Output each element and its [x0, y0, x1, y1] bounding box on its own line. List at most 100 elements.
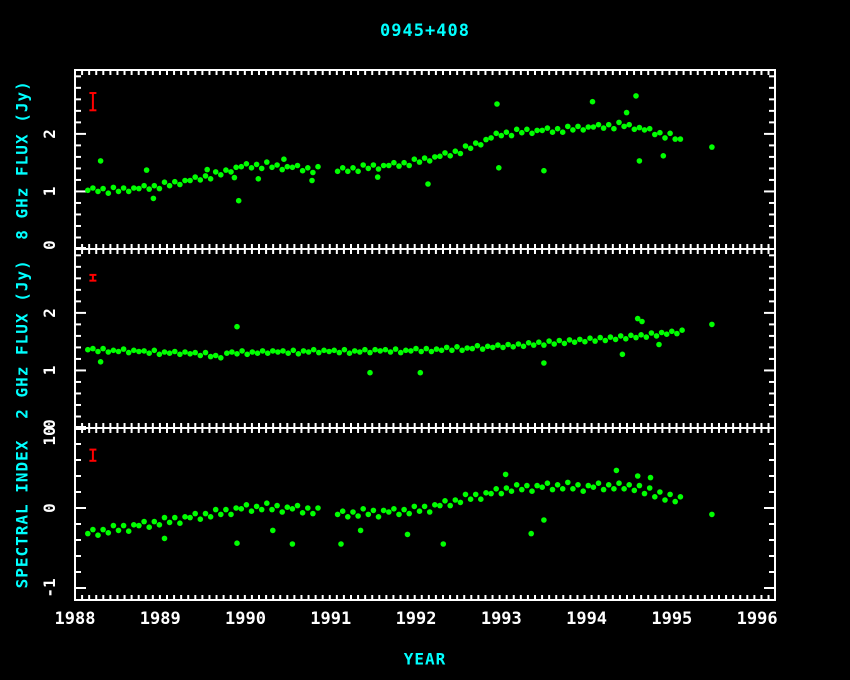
data-point [391, 160, 397, 166]
data-point [514, 482, 520, 488]
data-point [412, 504, 418, 510]
data-point [254, 162, 260, 168]
data-point [521, 344, 527, 350]
data-point [560, 486, 566, 492]
data-point [417, 508, 423, 514]
data-point [203, 173, 209, 179]
data-point [136, 186, 142, 192]
data-point [432, 154, 438, 160]
data-point [654, 333, 660, 339]
data-point [403, 348, 409, 354]
data-point [637, 125, 643, 131]
data-point [239, 506, 245, 512]
data-point [406, 163, 412, 169]
data-point [177, 352, 183, 358]
data-point [85, 188, 91, 194]
data-point [296, 351, 302, 357]
data-point [582, 339, 588, 345]
data-point [316, 350, 322, 356]
data-point [264, 500, 270, 506]
data-point [146, 350, 152, 356]
data-point [279, 167, 285, 173]
data-point [367, 370, 373, 376]
data-point [280, 348, 286, 354]
data-point [192, 511, 198, 517]
data-point [255, 350, 261, 356]
data-point [391, 506, 397, 512]
data-point [623, 336, 629, 342]
data-point [290, 506, 296, 512]
data-point [355, 169, 361, 175]
data-point [587, 335, 593, 341]
data-point [572, 339, 578, 345]
data-point [366, 512, 372, 518]
data-point [635, 473, 641, 479]
data-point [678, 136, 684, 142]
data-point [301, 348, 307, 354]
data-point [95, 532, 101, 538]
data-point [259, 507, 265, 513]
x-tick-label: 1994 [566, 609, 607, 629]
data-point [611, 486, 617, 492]
data-point [131, 348, 137, 354]
data-point [146, 186, 152, 192]
data-point [656, 342, 662, 348]
data-point [667, 131, 673, 137]
data-point [463, 143, 469, 149]
data-point [239, 164, 245, 170]
data-point [679, 327, 685, 333]
data-point [422, 504, 428, 510]
data-point [678, 494, 684, 500]
data-point [555, 482, 561, 488]
data-point [234, 540, 240, 546]
data-point [144, 167, 150, 173]
data-point [709, 322, 715, 328]
data-point [606, 122, 612, 128]
data-point [495, 342, 501, 348]
data-point [575, 124, 581, 130]
data-point [187, 351, 193, 357]
data-point [557, 338, 563, 344]
data-point [187, 515, 193, 521]
data-point [100, 186, 106, 192]
data-point [321, 348, 327, 354]
y-tick-label: 0 [40, 503, 59, 513]
data-point [541, 517, 547, 523]
data-point [616, 120, 622, 126]
data-point [567, 337, 573, 343]
data-point [100, 527, 106, 533]
data-point [152, 183, 158, 189]
data-point [338, 541, 344, 547]
data-point [541, 360, 547, 366]
data-point [459, 348, 465, 354]
data-point [434, 346, 440, 352]
data-point [274, 503, 280, 509]
data-point [152, 348, 158, 354]
data-point [464, 345, 470, 351]
data-point [417, 159, 423, 165]
data-point [494, 101, 500, 107]
x-tick-label: 1990 [225, 609, 266, 629]
data-point [509, 488, 515, 494]
data-point [340, 508, 346, 514]
data-point [618, 333, 624, 339]
data-point [551, 341, 557, 347]
data-point [509, 133, 515, 139]
data-point [376, 514, 382, 520]
data-point [250, 349, 256, 355]
data-point [203, 511, 209, 517]
data-point [310, 511, 316, 517]
x-tick-label: 1996 [737, 609, 778, 629]
data-point [510, 344, 516, 350]
data-point [234, 324, 240, 330]
data-point [478, 142, 484, 148]
data-point [562, 341, 568, 347]
data-point [418, 370, 424, 376]
x-tick-label: 1995 [651, 609, 692, 629]
data-point [667, 492, 673, 498]
data-point [529, 131, 535, 137]
data-point [422, 155, 428, 161]
data-point [601, 125, 607, 131]
data-point [672, 499, 678, 505]
data-point [386, 163, 392, 169]
